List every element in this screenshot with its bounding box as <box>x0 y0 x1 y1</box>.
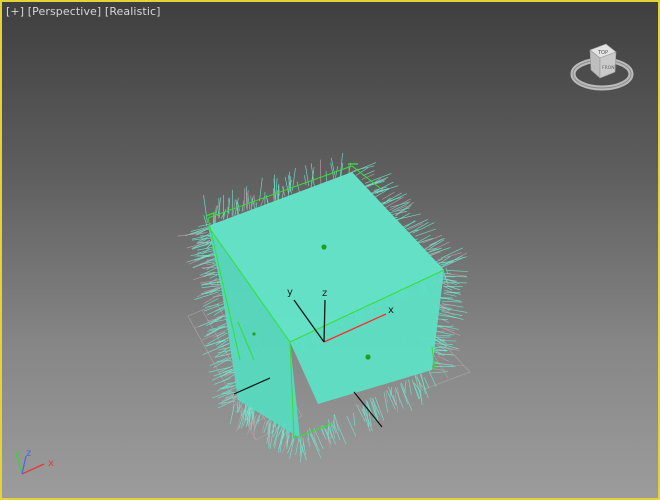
fur-strand <box>229 404 235 425</box>
viewcube-front-face[interactable]: FRONT <box>602 65 618 71</box>
vertex-dot <box>252 332 256 336</box>
fur-strand <box>437 252 462 261</box>
gizmo-z-label: z <box>322 288 327 299</box>
fur-strand <box>441 311 463 316</box>
fur-strand <box>213 356 233 368</box>
fur-strand <box>243 188 246 212</box>
fur-strand <box>259 177 263 202</box>
triad-z-label: z <box>26 448 31 459</box>
fur-strand <box>274 423 280 449</box>
triad-x-label: x <box>48 458 54 469</box>
viewcube-icon[interactable]: TOP FRONT <box>570 32 634 102</box>
fur-strand <box>395 204 412 217</box>
fur-strand <box>250 195 252 207</box>
fur-strand <box>362 180 385 188</box>
fur-strand <box>404 380 407 392</box>
fur-strand <box>246 190 249 211</box>
fur-strand <box>296 181 300 193</box>
fur-strand <box>334 414 339 431</box>
scene-view[interactable]: x y z <box>2 2 658 498</box>
fur-strand <box>427 369 437 387</box>
fur-strand <box>353 412 356 426</box>
axis-triad: x y z <box>12 446 62 482</box>
fur-strand <box>430 371 449 374</box>
fur-strand <box>216 331 226 337</box>
fur-strand <box>437 355 450 362</box>
fur-strand <box>401 220 416 228</box>
fur-strand <box>209 274 218 279</box>
fur-strand <box>274 423 277 429</box>
fur-strand <box>253 194 256 205</box>
fur-strand <box>408 379 412 395</box>
fur-strand <box>400 383 408 404</box>
fur-strand <box>197 246 216 251</box>
fur-strand <box>203 195 208 224</box>
box-object[interactable] <box>208 172 444 438</box>
gizmo-x-label: x <box>388 305 394 316</box>
fur-strand <box>423 377 430 389</box>
perspective-viewport[interactable]: [+] [Perspective] [Realistic] x y z TOP … <box>0 0 660 500</box>
fur-strand <box>275 178 278 201</box>
fur-strand <box>204 303 220 308</box>
vertex-dot <box>365 354 371 360</box>
fur-strand <box>288 171 290 197</box>
fur-strand <box>203 292 223 304</box>
fur-strand <box>177 232 205 237</box>
fur-strand <box>320 428 325 436</box>
viewcube-top-face[interactable]: TOP <box>597 50 608 56</box>
fur-strand <box>205 336 232 347</box>
fur-strand <box>416 234 431 244</box>
fur-strand <box>306 436 309 443</box>
fur-strand <box>436 336 451 338</box>
vertex-dot <box>321 244 327 250</box>
fur-strand <box>447 270 469 272</box>
fur-strand <box>304 175 307 186</box>
fur-strand <box>429 367 446 371</box>
fur-strand <box>295 435 300 456</box>
fur-strand <box>434 362 454 366</box>
fur-strand <box>226 382 236 385</box>
fur-strand <box>231 189 234 216</box>
fur-strand <box>203 286 222 293</box>
fur-strand <box>433 334 451 337</box>
fur-strand <box>420 373 426 395</box>
fur-strand <box>395 201 414 215</box>
fur-strand <box>422 234 443 244</box>
fur-strand <box>443 293 457 297</box>
gizmo-y-label: y <box>287 287 293 298</box>
fur-strand <box>445 267 449 274</box>
triad-y-label: y <box>14 448 20 459</box>
fur-strand <box>412 222 435 234</box>
fur-strand <box>284 176 289 194</box>
fur-strand <box>362 170 375 177</box>
